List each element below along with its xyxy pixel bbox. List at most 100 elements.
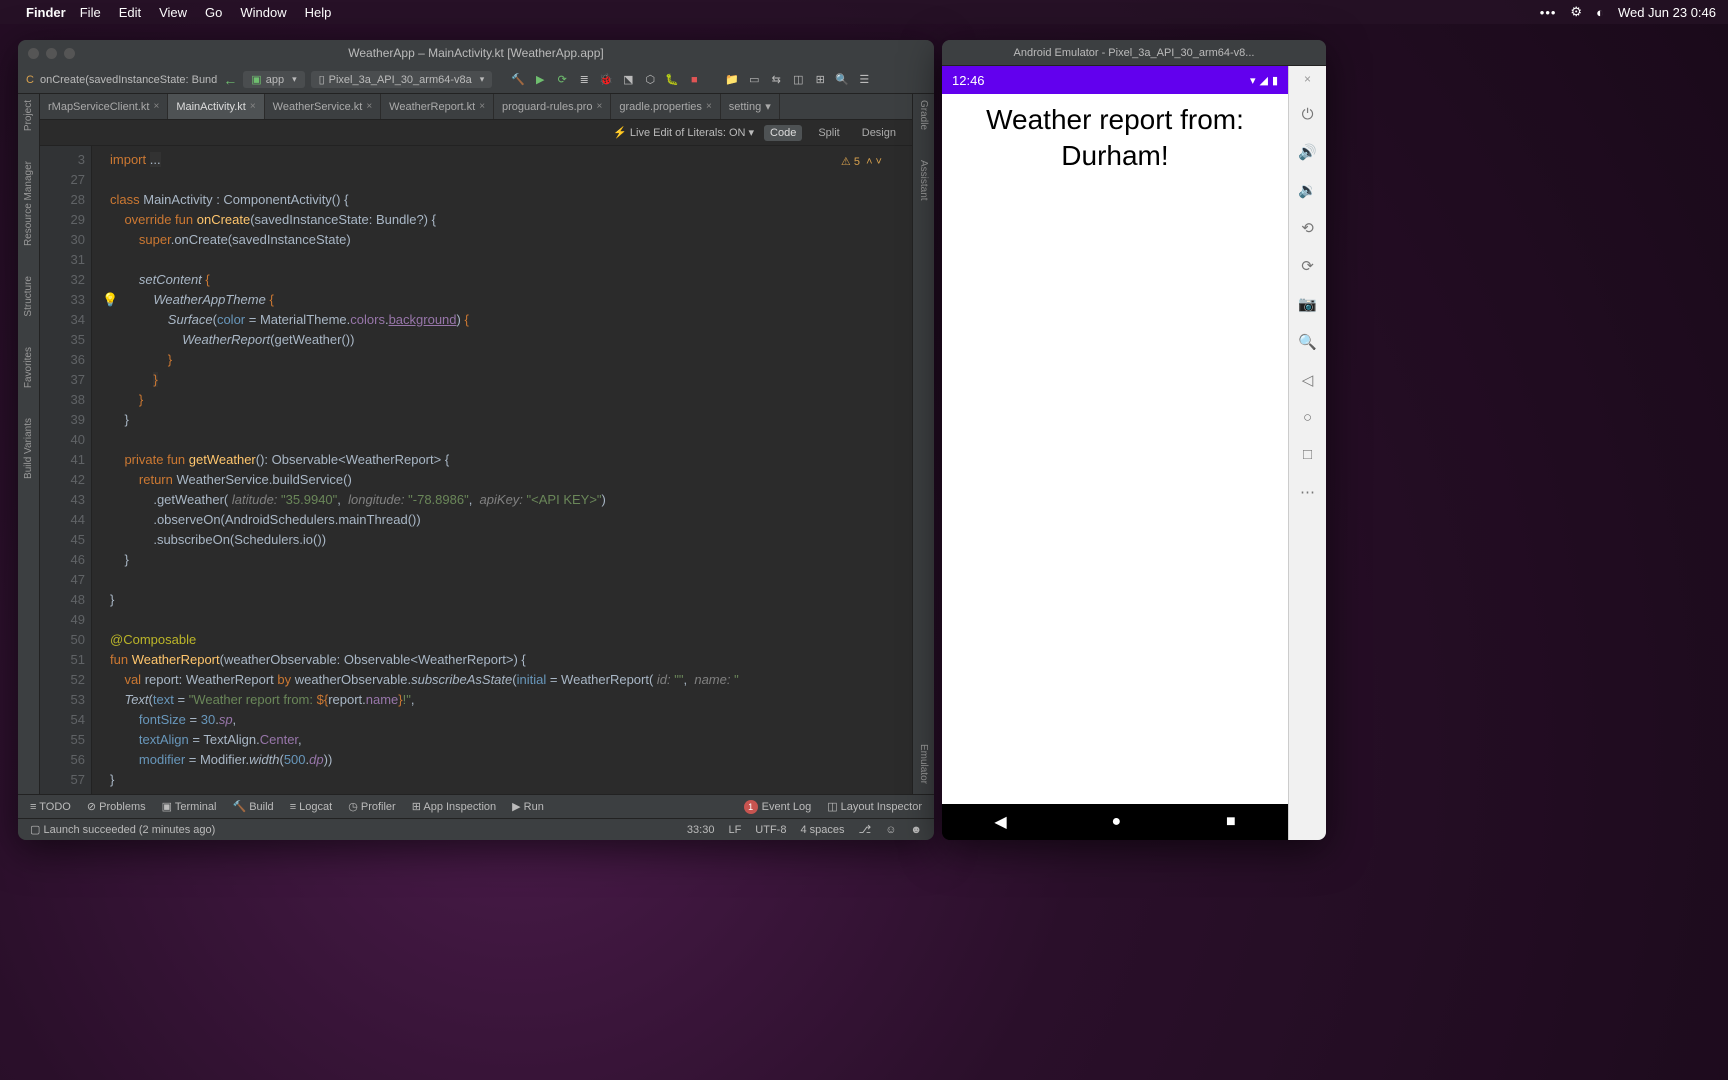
- menu-edit[interactable]: Edit: [119, 5, 141, 20]
- build-icon[interactable]: 🔨: [510, 73, 526, 86]
- profile-icon[interactable]: ≣: [576, 73, 592, 86]
- tool-gradle[interactable]: Gradle: [918, 100, 929, 130]
- window-traffic-lights[interactable]: [28, 48, 75, 59]
- tool-problems[interactable]: ⊘ Problems: [87, 800, 146, 813]
- control-center-icon[interactable]: ⚙: [1570, 4, 1582, 20]
- lock-icon[interactable]: ☻: [910, 824, 922, 836]
- back-nav-icon[interactable]: ←: [223, 72, 237, 88]
- recent-icon[interactable]: □: [1303, 446, 1312, 463]
- emulator-title-text: Android Emulator - Pixel_3a_API_30_arm64…: [1014, 47, 1255, 59]
- breadcrumb[interactable]: onCreate(savedInstanceState: Bund: [40, 74, 217, 86]
- mode-design[interactable]: Design: [856, 125, 902, 141]
- power-icon[interactable]: ⏻: [1302, 106, 1314, 123]
- menu-file[interactable]: File: [80, 5, 101, 20]
- close-icon[interactable]: ×: [479, 101, 485, 112]
- screenshot-icon[interactable]: 📷: [1298, 295, 1317, 313]
- indent[interactable]: 4 spaces: [800, 824, 844, 836]
- stop-icon[interactable]: ■: [686, 74, 702, 86]
- chevron-down-icon[interactable]: ▾: [765, 100, 771, 113]
- siri-icon[interactable]: ◐: [1596, 5, 1604, 20]
- tab-6[interactable]: setting▾: [721, 94, 780, 119]
- tool-project[interactable]: Project: [23, 100, 34, 131]
- home-icon[interactable]: ○: [1303, 409, 1312, 426]
- emulator-close-icon[interactable]: ×: [1304, 72, 1311, 86]
- tool-todo[interactable]: ≡ TODO: [30, 801, 71, 813]
- coverage-icon[interactable]: ⬔: [620, 73, 636, 86]
- attach-debugger-icon[interactable]: ⬡: [642, 73, 658, 86]
- zoom-icon[interactable]: 🔍: [1298, 333, 1317, 351]
- run-icon[interactable]: ▶: [532, 73, 548, 86]
- tab-3[interactable]: WeatherReport.kt×: [381, 94, 494, 119]
- tool-app-inspection[interactable]: ⊞ App Inspection: [412, 800, 496, 813]
- phone-content[interactable]: Weather report from: Durham!: [942, 94, 1288, 804]
- volume-up-icon[interactable]: 🔊: [1298, 143, 1317, 161]
- back-icon[interactable]: ◁: [1302, 371, 1314, 389]
- nav-recent-icon[interactable]: ■: [1226, 813, 1236, 831]
- ide-titlebar[interactable]: WeatherApp – MainActivity.kt [WeatherApp…: [18, 40, 934, 66]
- volume-down-icon[interactable]: 🔉: [1298, 181, 1317, 199]
- run-config-selector[interactable]: ▣app: [243, 71, 304, 88]
- tool-build[interactable]: 🔨 Build: [232, 800, 273, 813]
- wifi-icon: ▾: [1250, 74, 1256, 87]
- settings-icon[interactable]: ☰: [856, 73, 872, 86]
- close-icon[interactable]: ×: [250, 101, 256, 112]
- line-separator[interactable]: LF: [728, 824, 741, 836]
- attach-icon[interactable]: 🐛: [664, 73, 680, 86]
- tool-run[interactable]: ▶ Run: [512, 800, 544, 813]
- close-icon[interactable]: ×: [153, 101, 159, 112]
- menu-view[interactable]: View: [159, 5, 187, 20]
- inspection-indicator[interactable]: ⚠ 5 ˄ ˅: [841, 152, 882, 172]
- close-icon[interactable]: ×: [366, 101, 372, 112]
- tab-2[interactable]: WeatherService.kt×: [265, 94, 382, 119]
- rotate-left-icon[interactable]: ⟲: [1301, 219, 1314, 237]
- close-icon[interactable]: ×: [597, 101, 603, 112]
- more-icon[interactable]: ⋯: [1300, 483, 1315, 501]
- tool-structure[interactable]: Structure: [23, 276, 34, 317]
- git-icon[interactable]: ⎇: [859, 823, 872, 836]
- nav-back-icon[interactable]: ◀: [994, 812, 1006, 832]
- apply-changes-icon[interactable]: ⟳: [554, 73, 570, 86]
- tab-4[interactable]: proguard-rules.pro×: [494, 94, 611, 119]
- file-encoding[interactable]: UTF-8: [755, 824, 786, 836]
- live-edit-status[interactable]: ⚡ Live Edit of Literals: ON ▾: [613, 126, 754, 139]
- intention-bulb-icon[interactable]: 💡: [102, 290, 118, 310]
- avd-manager-icon[interactable]: 📁: [724, 73, 740, 86]
- debug-icon[interactable]: 🐞: [598, 73, 614, 86]
- tab-0[interactable]: rMapServiceClient.kt×: [40, 94, 168, 119]
- emulator-titlebar[interactable]: Android Emulator - Pixel_3a_API_30_arm64…: [942, 40, 1326, 66]
- sync-icon[interactable]: ⇆: [768, 73, 784, 86]
- menu-window[interactable]: Window: [240, 5, 286, 20]
- tool-layout-inspector[interactable]: ◫ Layout Inspector: [827, 800, 922, 813]
- tool-favorites[interactable]: Favorites: [23, 347, 34, 388]
- nav-home-icon[interactable]: ●: [1111, 813, 1121, 831]
- close-icon[interactable]: ×: [706, 101, 712, 112]
- search-icon[interactable]: 🔍: [834, 73, 850, 86]
- mode-split[interactable]: Split: [812, 125, 845, 141]
- tool-emulator[interactable]: Emulator: [918, 744, 929, 784]
- layout-inspector-icon[interactable]: ◫: [790, 73, 806, 86]
- device-selector[interactable]: ▯Pixel_3a_API_30_arm64-v8a: [311, 71, 493, 88]
- tool-event-log[interactable]: 1Event Log: [744, 800, 812, 814]
- menu-help[interactable]: Help: [305, 5, 332, 20]
- caret-position[interactable]: 33:30: [687, 824, 715, 836]
- code-area[interactable]: import ...class MainActivity : Component…: [106, 146, 912, 794]
- sdk-manager-icon[interactable]: ▭: [746, 73, 762, 86]
- tool-resource-manager[interactable]: Resource Manager: [23, 161, 34, 246]
- code-editor[interactable]: 3272829303132333435363738394041424344454…: [40, 146, 912, 794]
- memory-icon[interactable]: ☺: [885, 824, 896, 836]
- resource-manager-icon[interactable]: ⊞: [812, 73, 828, 86]
- menubar-datetime[interactable]: Wed Jun 23 0:46: [1618, 5, 1716, 20]
- menubar-app[interactable]: Finder: [26, 5, 66, 20]
- tab-1[interactable]: MainActivity.kt×: [168, 94, 264, 119]
- rotate-right-icon[interactable]: ⟳: [1301, 257, 1314, 275]
- tool-logcat[interactable]: ≡ Logcat: [290, 801, 333, 813]
- menu-go[interactable]: Go: [205, 5, 222, 20]
- mode-code[interactable]: Code: [764, 125, 802, 141]
- fold-gutter[interactable]: [92, 146, 106, 794]
- tool-terminal[interactable]: ▣ Terminal: [162, 800, 217, 813]
- tab-5[interactable]: gradle.properties×: [611, 94, 720, 119]
- overflow-icon[interactable]: •••: [1540, 5, 1557, 20]
- tool-assistant[interactable]: Assistant: [918, 160, 929, 201]
- tool-build-variants[interactable]: Build Variants: [23, 418, 34, 479]
- tool-profiler[interactable]: ◷ Profiler: [348, 800, 396, 813]
